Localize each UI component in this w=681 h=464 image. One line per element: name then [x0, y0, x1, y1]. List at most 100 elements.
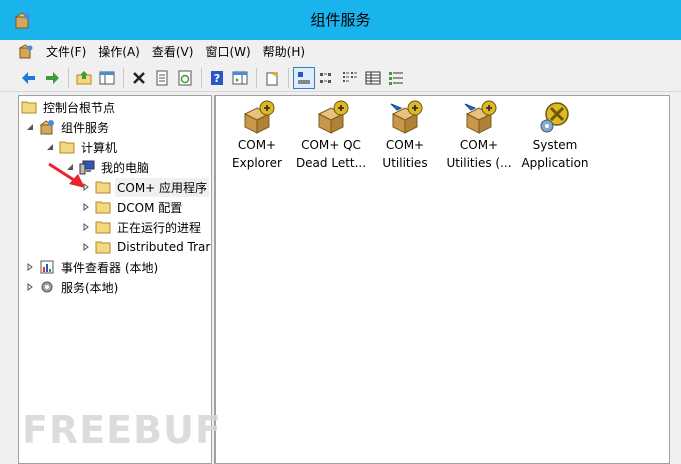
com-application-box-down-arrow-icon	[464, 100, 497, 134]
show-hide-tree-icon	[99, 71, 115, 84]
item-label: COM+	[385, 138, 425, 152]
help-button[interactable]: ?	[206, 67, 228, 89]
back-icon	[22, 71, 35, 84]
expand-arrow-icon[interactable]	[81, 242, 91, 252]
item-label: COM+	[459, 138, 499, 152]
tree-node-services[interactable]: 服务(本地)	[25, 277, 120, 297]
delete-button[interactable]	[128, 67, 150, 89]
item-label: Utilities	[382, 156, 428, 170]
list-item[interactable]: COM+ Utilities (...	[440, 100, 518, 172]
list-view-icon	[343, 71, 357, 82]
annotation-arrow-icon	[48, 162, 85, 188]
new-icon	[266, 70, 278, 85]
com-application-box-icon	[243, 100, 275, 134]
tree-node-computers[interactable]: 计算机	[45, 137, 119, 157]
refresh-icon	[178, 70, 192, 85]
window-right-edge	[670, 95, 681, 464]
forward-button[interactable]	[41, 67, 63, 89]
tree-node-label: Distributed Trar	[117, 240, 211, 254]
expand-arrow-icon[interactable]	[25, 282, 35, 292]
tree-node-running-processes[interactable]: 正在运行的进程	[81, 217, 203, 237]
tree-node-dcom-config[interactable]: DCOM 配置	[81, 197, 184, 217]
status-view-button[interactable]	[385, 67, 407, 89]
expand-arrow-icon[interactable]	[81, 222, 91, 232]
item-label: Application	[521, 156, 589, 170]
toolbar-separator	[201, 67, 202, 88]
menu-help[interactable]: 帮助(H)	[257, 40, 311, 64]
mmc-window: 组件服务 文件(F) 操作(A) 查看(V) 窗口(W) 帮助(H) ? 控制台…	[0, 0, 681, 464]
status-view-icon	[389, 71, 403, 85]
tree-node-label: COM+ 应用程序	[115, 177, 210, 197]
watermark: FREEBUF	[22, 408, 222, 452]
window-title: 组件服务	[310, 11, 371, 29]
back-button[interactable]	[18, 67, 40, 89]
item-label: Utilities (...	[446, 156, 512, 170]
toolbar-separator	[288, 67, 289, 88]
properties-icon	[156, 70, 168, 85]
list-item[interactable]: COM+ Utilities	[366, 100, 444, 172]
collapse-arrow-icon[interactable]	[25, 122, 35, 132]
large-icons-view-icon	[298, 71, 310, 83]
result-pane[interactable]: COM+ Explorer COM+ QC Dead Lett... COM+ …	[215, 95, 670, 464]
small-icons-view-icon	[320, 72, 331, 83]
help-icon: ?	[211, 70, 223, 85]
system-application-gear-icon	[540, 102, 569, 133]
up-one-level-button[interactable]	[73, 67, 95, 89]
tree-node-label: 我的电脑	[101, 160, 150, 175]
toolbar: ?	[0, 64, 681, 92]
tree-node-component-services[interactable]: 组件服务	[25, 117, 111, 137]
item-label: Dead Lett...	[295, 156, 367, 170]
tree-node-label: 服务(本地)	[61, 280, 119, 295]
list-item[interactable]: COM+ QC Dead Lett...	[292, 100, 370, 172]
console-root-folder-icon	[21, 99, 37, 115]
toolbar-separator	[123, 67, 124, 88]
toolbar-separator	[256, 67, 257, 88]
menu-view[interactable]: 查看(V)	[146, 40, 200, 64]
item-label: Explorer	[232, 156, 282, 170]
tree-node-event-viewer[interactable]: 事件查看器 (本地)	[25, 257, 160, 277]
event-viewer-icon	[39, 259, 55, 275]
menu-bar: 文件(F) 操作(A) 查看(V) 窗口(W) 帮助(H)	[0, 40, 681, 64]
tree-node-com-plus-applications[interactable]: COM+ 应用程序	[81, 177, 210, 197]
tree-node-distributed-transaction[interactable]: Distributed Trar	[81, 237, 211, 257]
tree-node-label: 组件服务	[61, 120, 110, 135]
expand-arrow-icon[interactable]	[25, 262, 35, 272]
system-menu-icon[interactable]	[18, 44, 34, 60]
toolbar-separator	[68, 67, 69, 88]
action-pane-button[interactable]	[229, 67, 251, 89]
services-gear-icon	[39, 279, 55, 295]
forward-icon	[46, 71, 59, 84]
component-services-icon	[39, 119, 55, 135]
folder-icon	[95, 179, 111, 195]
tree-node-console-root[interactable]: 控制台根节点	[21, 97, 117, 117]
component-services-app-icon[interactable]	[14, 12, 32, 30]
list-view-button[interactable]	[339, 67, 361, 89]
tree-node-label: 控制台根节点	[43, 100, 116, 115]
tree-node-label: 事件查看器 (本地)	[61, 260, 159, 275]
show-hide-tree-button[interactable]	[96, 67, 118, 89]
list-item[interactable]: COM+ Explorer	[218, 100, 296, 172]
action-pane-icon	[232, 71, 248, 84]
menu-file[interactable]: 文件(F)	[40, 40, 92, 64]
properties-button[interactable]	[151, 67, 173, 89]
new-button[interactable]	[261, 67, 283, 89]
list-item[interactable]: System Application	[516, 100, 594, 172]
small-icons-view-button[interactable]	[316, 67, 338, 89]
refresh-button[interactable]	[174, 67, 196, 89]
menu-window[interactable]: 窗口(W)	[199, 40, 256, 64]
large-icons-view-button[interactable]	[293, 66, 315, 89]
expand-arrow-icon[interactable]	[81, 202, 91, 212]
menu-action[interactable]: 操作(A)	[92, 40, 146, 64]
com-application-box-icon	[317, 100, 349, 134]
detail-view-button[interactable]	[362, 67, 384, 89]
collapse-arrow-icon[interactable]	[45, 142, 55, 152]
item-label: COM+	[237, 138, 277, 152]
tree-node-label: 正在运行的进程	[117, 220, 202, 235]
item-label: System	[532, 138, 578, 152]
folder-icon	[95, 219, 111, 235]
folder-icon	[95, 199, 111, 215]
title-bar[interactable]: 组件服务	[0, 0, 681, 40]
detail-view-icon	[365, 71, 381, 84]
com-application-box-down-arrow-icon	[390, 100, 423, 134]
item-label: COM+ QC	[301, 138, 361, 152]
